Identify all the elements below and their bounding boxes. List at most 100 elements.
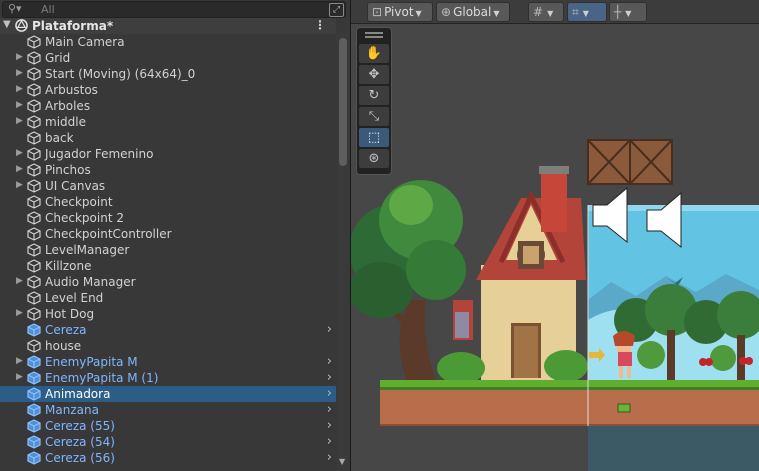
search-placeholder: All (41, 3, 55, 16)
pivot-dropdown[interactable]: ⊡ Pivot ▼ (367, 2, 433, 22)
gameobject-cube-icon (27, 147, 41, 161)
chevron-right-icon[interactable]: › (327, 450, 332, 465)
scale-tool-button[interactable]: ⤡ (359, 107, 389, 126)
hierarchy-item[interactable]: Animadora › (0, 386, 336, 402)
hierarchy-item-label: EnemyPapita M (1) (45, 371, 159, 385)
hierarchy-item[interactable]: ▶ EnemyPapita M › (0, 354, 336, 370)
chevron-right-icon[interactable]: › (327, 386, 332, 401)
scene-view[interactable]: ⊡ Pivot ▼ ⊕ Global ▼ # ▼ ⌗ ▼ ┼ ▼ ✋ ✥ ↻ ⤡ ⬚ ⊛ (351, 0, 759, 471)
prefab-cube-icon (27, 451, 41, 465)
chevron-right-icon[interactable]: › (327, 370, 332, 385)
gameobject-cube-icon (27, 195, 41, 209)
hierarchy-item-label: Pinchos (45, 163, 91, 177)
move-tool-button[interactable]: ✥ (359, 65, 389, 84)
hierarchy-item[interactable]: LevelManager (0, 242, 336, 258)
collapse-arrow-icon[interactable]: ▼ (3, 19, 11, 30)
gameobject-cube-icon (27, 51, 41, 65)
expand-arrow-icon[interactable]: ▶ (16, 276, 23, 286)
scene-menu-icon[interactable]: ⋮ (314, 18, 326, 32)
hierarchy-item[interactable]: ▶ Arboles (0, 98, 336, 114)
transform-tool-button[interactable]: ⊛ (359, 149, 389, 168)
pivot-label: Pivot (384, 5, 414, 19)
scroll-down-arrow-icon[interactable]: ▼ (339, 457, 345, 466)
hierarchy-item[interactable]: Cereza › (0, 322, 336, 338)
hierarchy-scroll-thumb[interactable] (339, 38, 347, 166)
grid-snapping-toggle[interactable]: # ▼ (528, 2, 564, 22)
prefab-cube-icon (27, 323, 41, 337)
hierarchy-item[interactable]: Cereza (56) › (0, 450, 336, 466)
rect-transform-icon: ⬚ (367, 130, 381, 145)
prefab-cube-icon (27, 419, 41, 433)
hierarchy-search-field[interactable]: ⚲▾ All ⤢ (2, 1, 346, 18)
grip-handle-icon[interactable] (365, 32, 383, 34)
hierarchy-item[interactable]: Checkpoint 2 (0, 210, 336, 226)
hierarchy-item-label: Manzana (45, 403, 99, 417)
hierarchy-item[interactable]: Cereza (54) › (0, 434, 336, 450)
hierarchy-item[interactable]: CheckpointController (0, 226, 336, 242)
chevron-right-icon[interactable]: › (327, 418, 332, 433)
hierarchy-item[interactable]: Level End (0, 290, 336, 306)
gameobject-cube-icon (27, 307, 41, 321)
hierarchy-item[interactable]: Manzana › (0, 402, 336, 418)
scene-root-row[interactable]: ▼ Plataforma* ⋮ (0, 18, 336, 34)
hierarchy-item-label: CheckpointController (45, 227, 172, 241)
hierarchy-item[interactable]: ▶ Grid (0, 50, 336, 66)
chevron-right-icon[interactable]: › (327, 434, 332, 449)
scene-toolbar: ⊡ Pivot ▼ ⊕ Global ▼ # ▼ ⌗ ▼ ┼ ▼ (351, 0, 759, 24)
chevron-right-icon[interactable]: › (327, 322, 332, 337)
expand-arrow-icon[interactable]: ▶ (16, 84, 23, 94)
hierarchy-item[interactable]: ▶ Arbustos (0, 82, 336, 98)
hierarchy-item[interactable]: ▶ Audio Manager (0, 274, 336, 290)
hierarchy-item[interactable]: ▶ Hot Dog (0, 306, 336, 322)
expand-arrow-icon[interactable]: ▶ (16, 100, 23, 110)
chevron-down-icon: ▼ (415, 9, 422, 18)
gameobject-cube-icon (27, 163, 41, 177)
hierarchy-item-label: Grid (45, 51, 71, 65)
hierarchy-item[interactable]: ▶ middle (0, 114, 336, 130)
chevron-down-icon: ▼ (625, 9, 632, 18)
expand-arrow-icon[interactable]: ▶ (16, 116, 23, 126)
hierarchy-item[interactable]: Killzone (0, 258, 336, 274)
hierarchy-item[interactable]: ▶ EnemyPapita M (1) › (0, 370, 336, 386)
expand-arrow-icon[interactable]: ▶ (16, 68, 23, 78)
hierarchy-item[interactable]: ▶ Jugador Femenino (0, 146, 336, 162)
rect-tool-button[interactable]: ⬚ (359, 128, 389, 147)
chevron-down-icon: ▼ (493, 9, 500, 18)
scale-icon: ⤡ (368, 109, 380, 124)
hierarchy-item-label: Hot Dog (45, 307, 95, 321)
gameobject-cube-icon (27, 275, 41, 289)
hierarchy-item[interactable]: house (0, 338, 336, 354)
hierarchy-item-label: Checkpoint 2 (45, 211, 124, 225)
chevron-right-icon[interactable]: › (327, 354, 332, 369)
hierarchy-item-label: EnemyPapita M (45, 355, 138, 369)
rotate-tool-button[interactable]: ↻ (359, 86, 389, 105)
scene-canvas[interactable] (351, 0, 759, 471)
hierarchy-item[interactable]: back (0, 130, 336, 146)
hierarchy-item[interactable]: ▶ Start (Moving) (64x64)_0 (0, 66, 336, 82)
global-dropdown[interactable]: ⊕ Global ▼ (436, 2, 510, 22)
hand-tool-button[interactable]: ✋ (359, 44, 389, 63)
hierarchy-item[interactable]: Cereza (55) › (0, 418, 336, 434)
scene-name: Plataforma* (32, 19, 114, 33)
hierarchy-item-label: Main Camera (45, 35, 125, 49)
expand-arrow-icon[interactable]: ▶ (16, 148, 23, 158)
hierarchy-item[interactable]: Checkpoint (0, 194, 336, 210)
increment-snap-button[interactable]: ┼ ▼ (609, 2, 647, 22)
expand-arrow-icon[interactable]: ▶ (16, 372, 23, 382)
chevron-right-icon[interactable]: › (327, 402, 332, 417)
expand-arrow-icon[interactable]: ▶ (16, 180, 23, 190)
prefab-cube-icon (27, 403, 41, 417)
hierarchy-item[interactable]: Main Camera (0, 34, 336, 50)
expand-arrow-icon[interactable]: ▶ (16, 52, 23, 62)
hierarchy-item[interactable]: ▶ Pinchos (0, 162, 336, 178)
hierarchy-item[interactable]: ▶ UI Canvas (0, 178, 336, 194)
expand-arrow-icon[interactable]: ▶ (16, 308, 23, 318)
gameobject-cube-icon (27, 83, 41, 97)
expand-arrow-icon[interactable]: ▶ (16, 164, 23, 174)
search-options-button[interactable]: ⤢ (329, 3, 344, 17)
hierarchy-item-label: Arbustos (45, 83, 98, 97)
hierarchy-item-label: Animadora (45, 387, 111, 401)
snap-increment-toggle[interactable]: ⌗ ▼ (567, 2, 607, 22)
tools-overlay: ✋ ✥ ↻ ⤡ ⬚ ⊛ (356, 27, 392, 175)
expand-arrow-icon[interactable]: ▶ (16, 356, 23, 366)
